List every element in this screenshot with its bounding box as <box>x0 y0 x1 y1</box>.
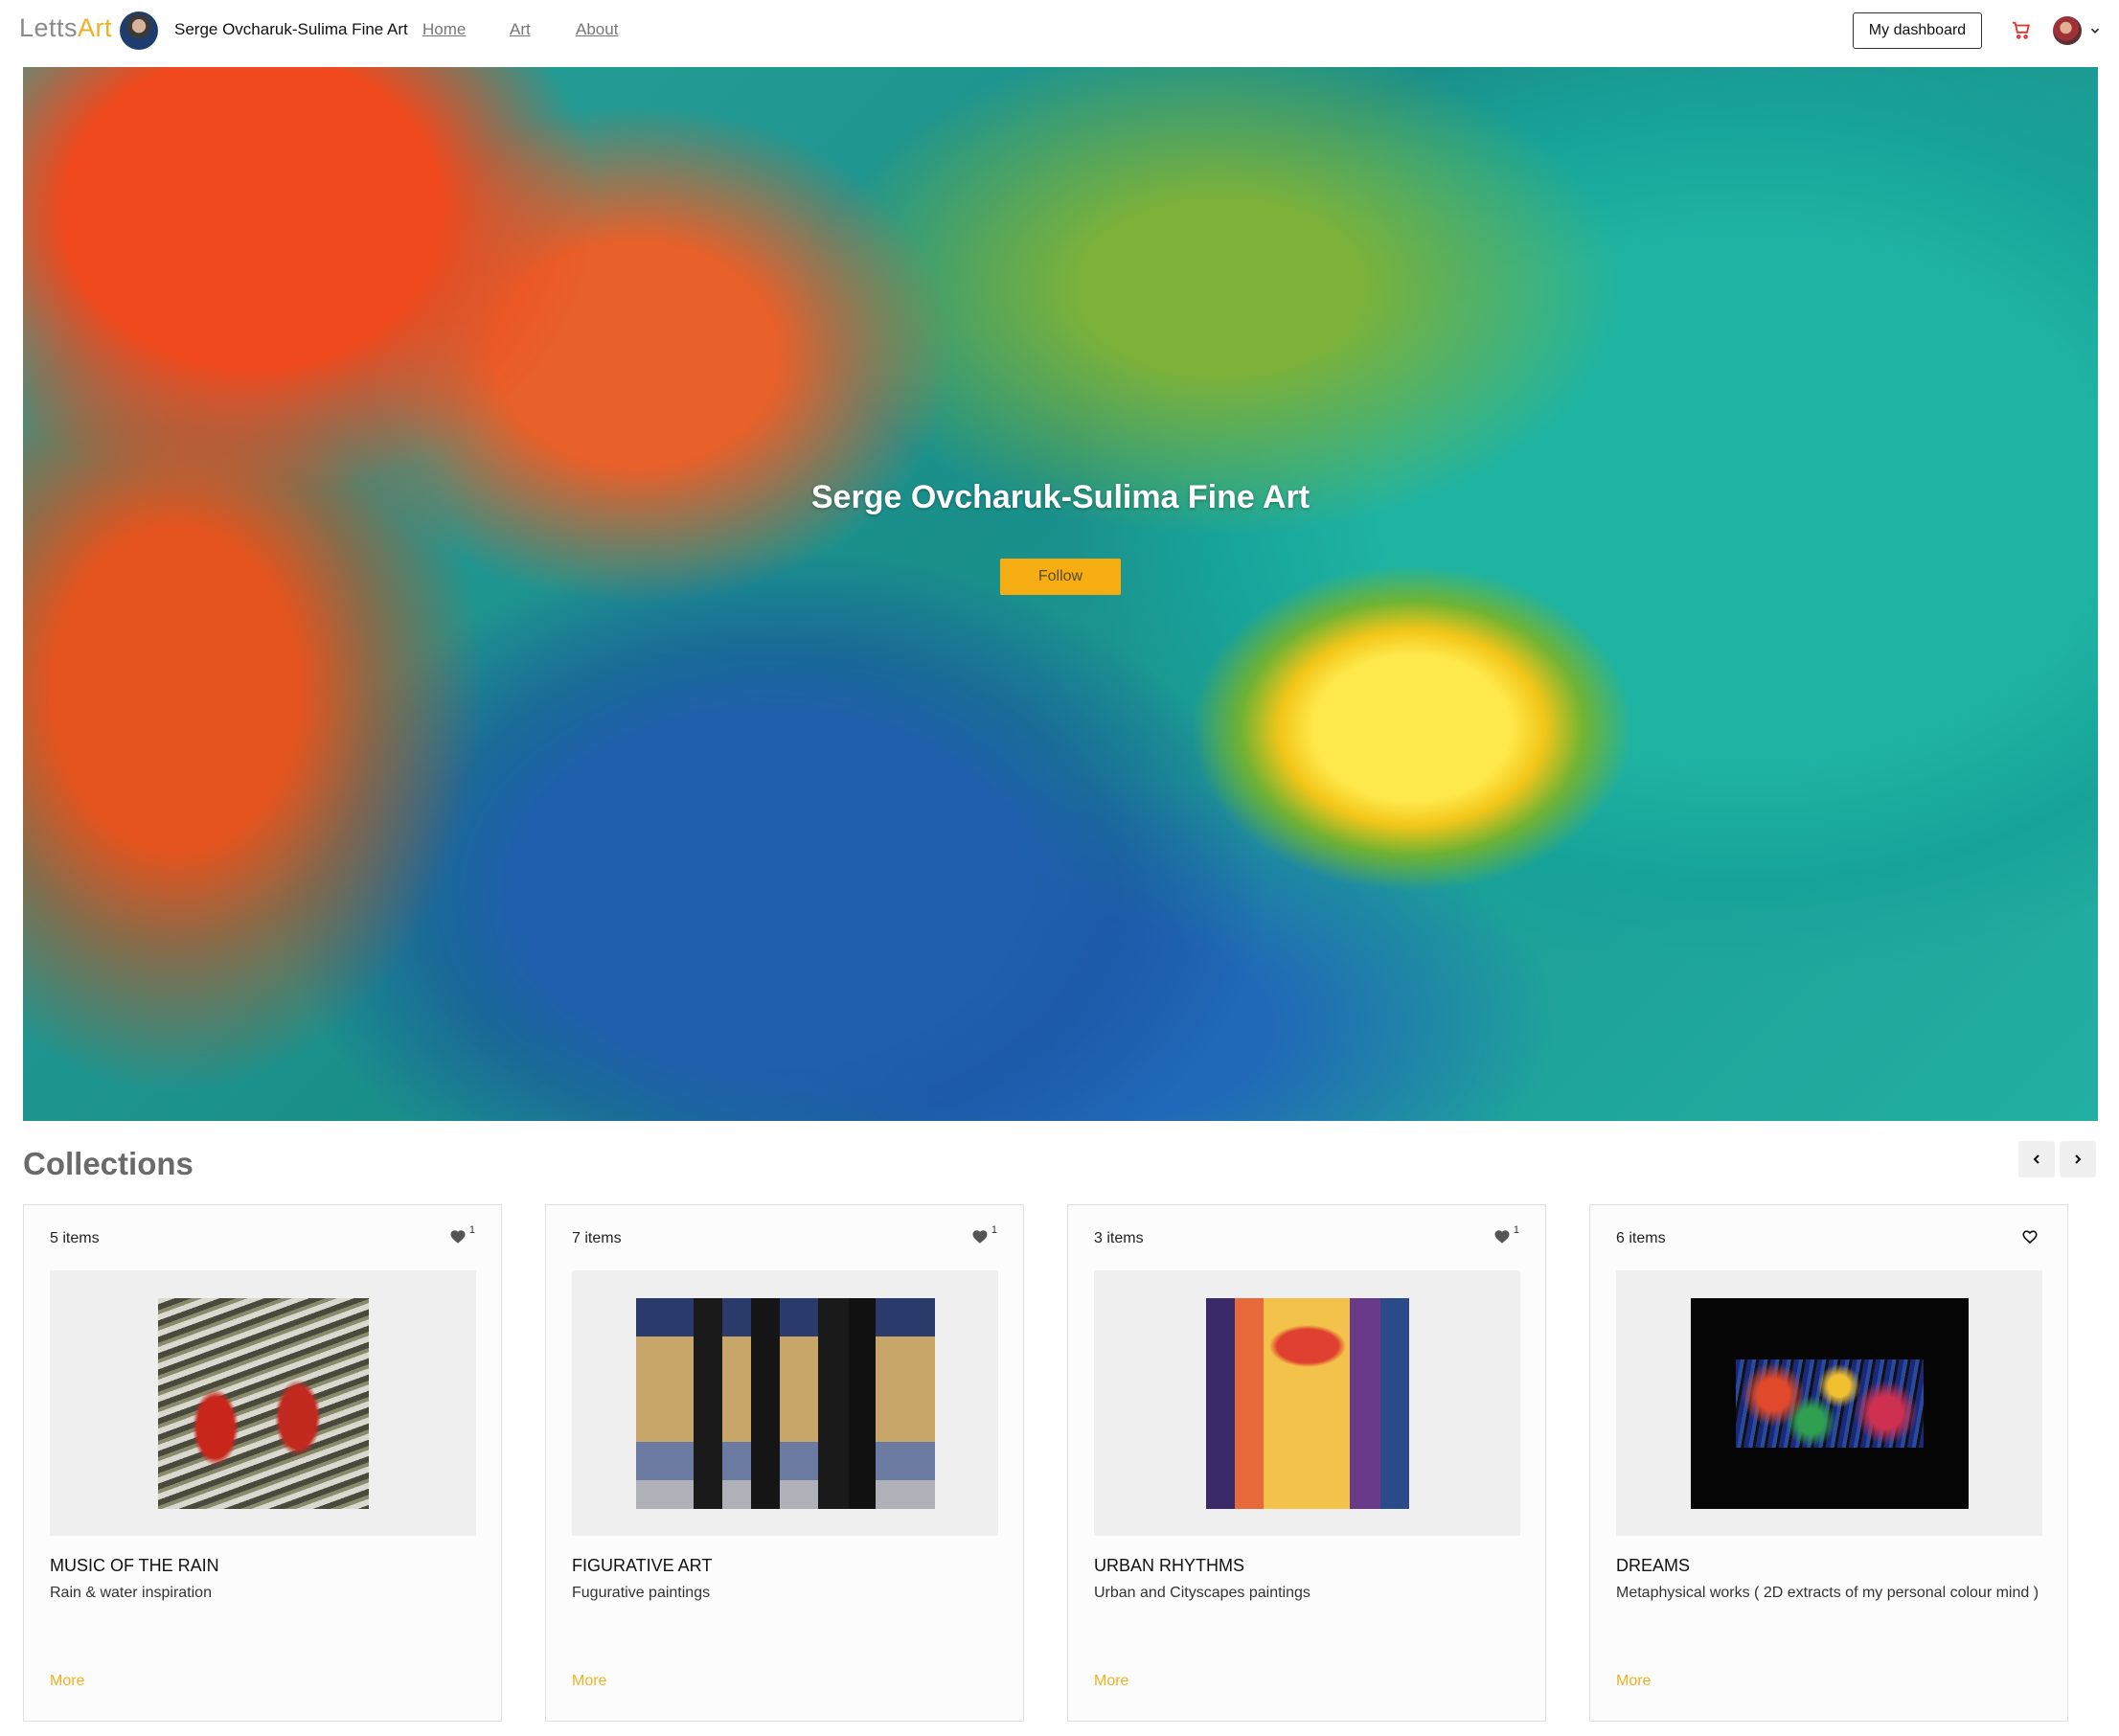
nav-link-art[interactable]: Art <box>510 20 531 39</box>
carousel-next-button[interactable] <box>2060 1141 2096 1177</box>
collection-card-music-of-the-rain[interactable]: 5 items 1 MUSIC OF THE RAIN Rain & water… <box>23 1204 502 1722</box>
artwork-image <box>1690 1297 1969 1509</box>
artwork-image <box>635 1297 935 1509</box>
artist-avatar[interactable] <box>120 11 158 50</box>
collection-thumbnail[interactable] <box>1616 1270 2042 1536</box>
like-button[interactable] <box>2021 1228 2041 1245</box>
shopping-cart-icon[interactable] <box>2011 20 2032 41</box>
top-navigation: LettsArt Serge Ovcharuk-Sulima Fine Art … <box>0 0 2119 61</box>
like-count: 1 <box>1513 1224 1519 1236</box>
like-button[interactable]: 1 <box>1493 1224 1519 1245</box>
artwork-image <box>1205 1297 1409 1509</box>
collection-thumbnail[interactable] <box>50 1270 476 1536</box>
collection-card-dreams[interactable]: 6 items DREAMS Metaphysical works ( 2D e… <box>1589 1204 2068 1722</box>
collections-heading: Collections <box>23 1146 194 1181</box>
collection-description: Metaphysical works ( 2D extracts of my p… <box>1616 1585 2039 1601</box>
chevron-right-icon <box>2075 1154 2082 1164</box>
more-link[interactable]: More <box>1094 1673 1128 1690</box>
artwork-image <box>157 1297 369 1509</box>
collection-card-figurative-art[interactable]: 7 items 1 FIGURATIVE ART Fugurative pain… <box>545 1204 1024 1722</box>
like-button[interactable]: 1 <box>449 1224 475 1245</box>
like-count: 1 <box>991 1224 997 1236</box>
collection-title: DREAMS <box>1616 1556 1691 1575</box>
collection-description: Rain & water inspiration <box>50 1585 212 1601</box>
chevron-down-icon[interactable] <box>2088 24 2102 37</box>
item-count: 7 items <box>572 1230 622 1246</box>
collection-card-urban-rhythms[interactable]: 3 items 1 URBAN RHYTHMS Urban and Citysc… <box>1067 1204 1546 1722</box>
follow-button[interactable]: Follow <box>1000 559 1121 595</box>
item-count: 5 items <box>50 1230 100 1246</box>
my-dashboard-button[interactable]: My dashboard <box>1853 12 1982 49</box>
carousel-prev-button[interactable] <box>2018 1141 2055 1177</box>
heart-outline-icon <box>2022 1230 2038 1245</box>
nav-link-home[interactable]: Home <box>422 20 466 39</box>
logo-part-art: Art <box>78 13 113 42</box>
hero-banner: Serge Ovcharuk-Sulima Fine Art Follow <box>23 67 2098 1121</box>
like-count: 1 <box>468 1224 475 1236</box>
more-link[interactable]: More <box>572 1673 606 1690</box>
collection-title: FIGURATIVE ART <box>572 1556 713 1575</box>
collection-description: Urban and Cityscapes paintings <box>1094 1585 1310 1601</box>
collection-title: MUSIC OF THE RAIN <box>50 1556 219 1575</box>
heart-filled-icon <box>450 1230 466 1244</box>
user-avatar[interactable] <box>2053 16 2082 45</box>
more-link[interactable]: More <box>1616 1673 1651 1690</box>
item-count: 3 items <box>1094 1230 1144 1246</box>
more-link[interactable]: More <box>50 1673 84 1690</box>
hero-title: Serge Ovcharuk-Sulima Fine Art <box>810 479 1310 515</box>
chevron-left-icon <box>2033 1154 2039 1164</box>
collection-title: URBAN RHYTHMS <box>1094 1556 1245 1575</box>
item-count: 6 items <box>1616 1230 1666 1246</box>
artist-name[interactable]: Serge Ovcharuk-Sulima Fine Art <box>174 20 408 39</box>
lettsart-logo[interactable]: LettsArt <box>19 13 112 43</box>
collection-thumbnail[interactable] <box>1094 1270 1520 1536</box>
nav-link-about[interactable]: About <box>576 20 618 39</box>
collection-description: Fugurative paintings <box>572 1585 711 1601</box>
heart-filled-icon <box>1494 1230 1510 1244</box>
like-button[interactable]: 1 <box>971 1224 997 1245</box>
logo-part-letts: Letts <box>19 13 79 42</box>
collection-thumbnail[interactable] <box>572 1270 998 1536</box>
heart-filled-icon <box>972 1230 988 1244</box>
